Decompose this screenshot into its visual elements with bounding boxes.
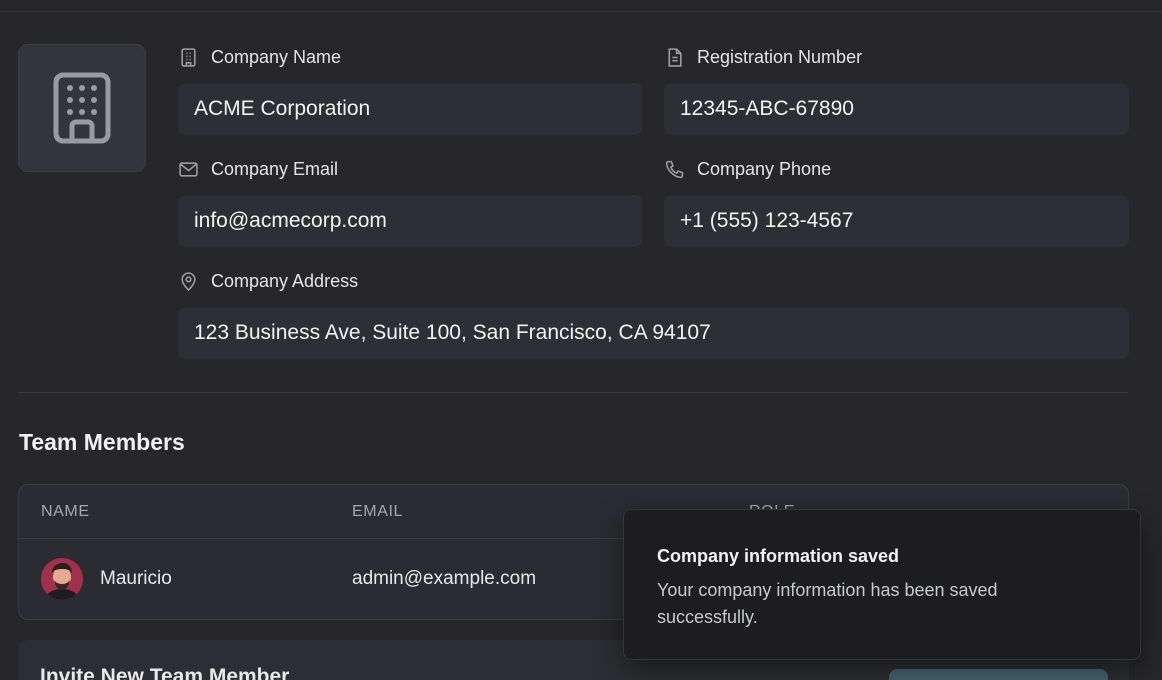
- building-icon: [53, 72, 111, 144]
- company-name-label-text: Company Name: [211, 47, 342, 67]
- avatar: [41, 558, 83, 600]
- registration-number-label: Registration Number: [664, 47, 862, 68]
- toast-message: Your company information has been saved …: [657, 580, 998, 627]
- company-name-input[interactable]: [178, 83, 642, 135]
- team-members-title: Team Members: [19, 429, 185, 455]
- company-email-label: Company Email: [178, 159, 338, 180]
- member-email: admin@example.com: [352, 568, 537, 589]
- toast-notification[interactable]: Company information saved Your company i…: [623, 509, 1141, 660]
- company-email-label-text: Company Email: [211, 159, 339, 179]
- company-address-input[interactable]: [178, 307, 1129, 359]
- header-border: [0, 0, 1162, 12]
- phone-icon: [665, 160, 684, 179]
- toast-title: Company information saved: [657, 546, 900, 566]
- column-header-email: EMAIL: [352, 503, 404, 520]
- company-phone-label-text: Company Phone: [697, 159, 832, 179]
- invite-button[interactable]: [889, 669, 1108, 680]
- map-pin-icon: [181, 272, 196, 291]
- registration-number-input[interactable]: [664, 83, 1129, 135]
- building-icon: [181, 48, 196, 67]
- document-icon: [668, 48, 682, 67]
- company-logo-upload[interactable]: [18, 44, 146, 172]
- company-email-input[interactable]: [178, 195, 642, 247]
- avatar-image: [41, 558, 83, 600]
- registration-number-label-text: Registration Number: [697, 47, 863, 67]
- company-address-label-text: Company Address: [211, 271, 359, 291]
- company-phone-input[interactable]: [664, 195, 1129, 247]
- section-divider: [18, 392, 1128, 393]
- company-phone-label: Company Phone: [664, 159, 831, 180]
- member-name: Mauricio: [100, 568, 172, 589]
- company-name-label: Company Name: [178, 47, 341, 68]
- mail-icon: [179, 162, 198, 177]
- column-header-name: NAME: [41, 503, 90, 520]
- company-address-label: Company Address: [178, 271, 358, 292]
- invite-member-title: Invite New Team Member: [40, 665, 290, 680]
